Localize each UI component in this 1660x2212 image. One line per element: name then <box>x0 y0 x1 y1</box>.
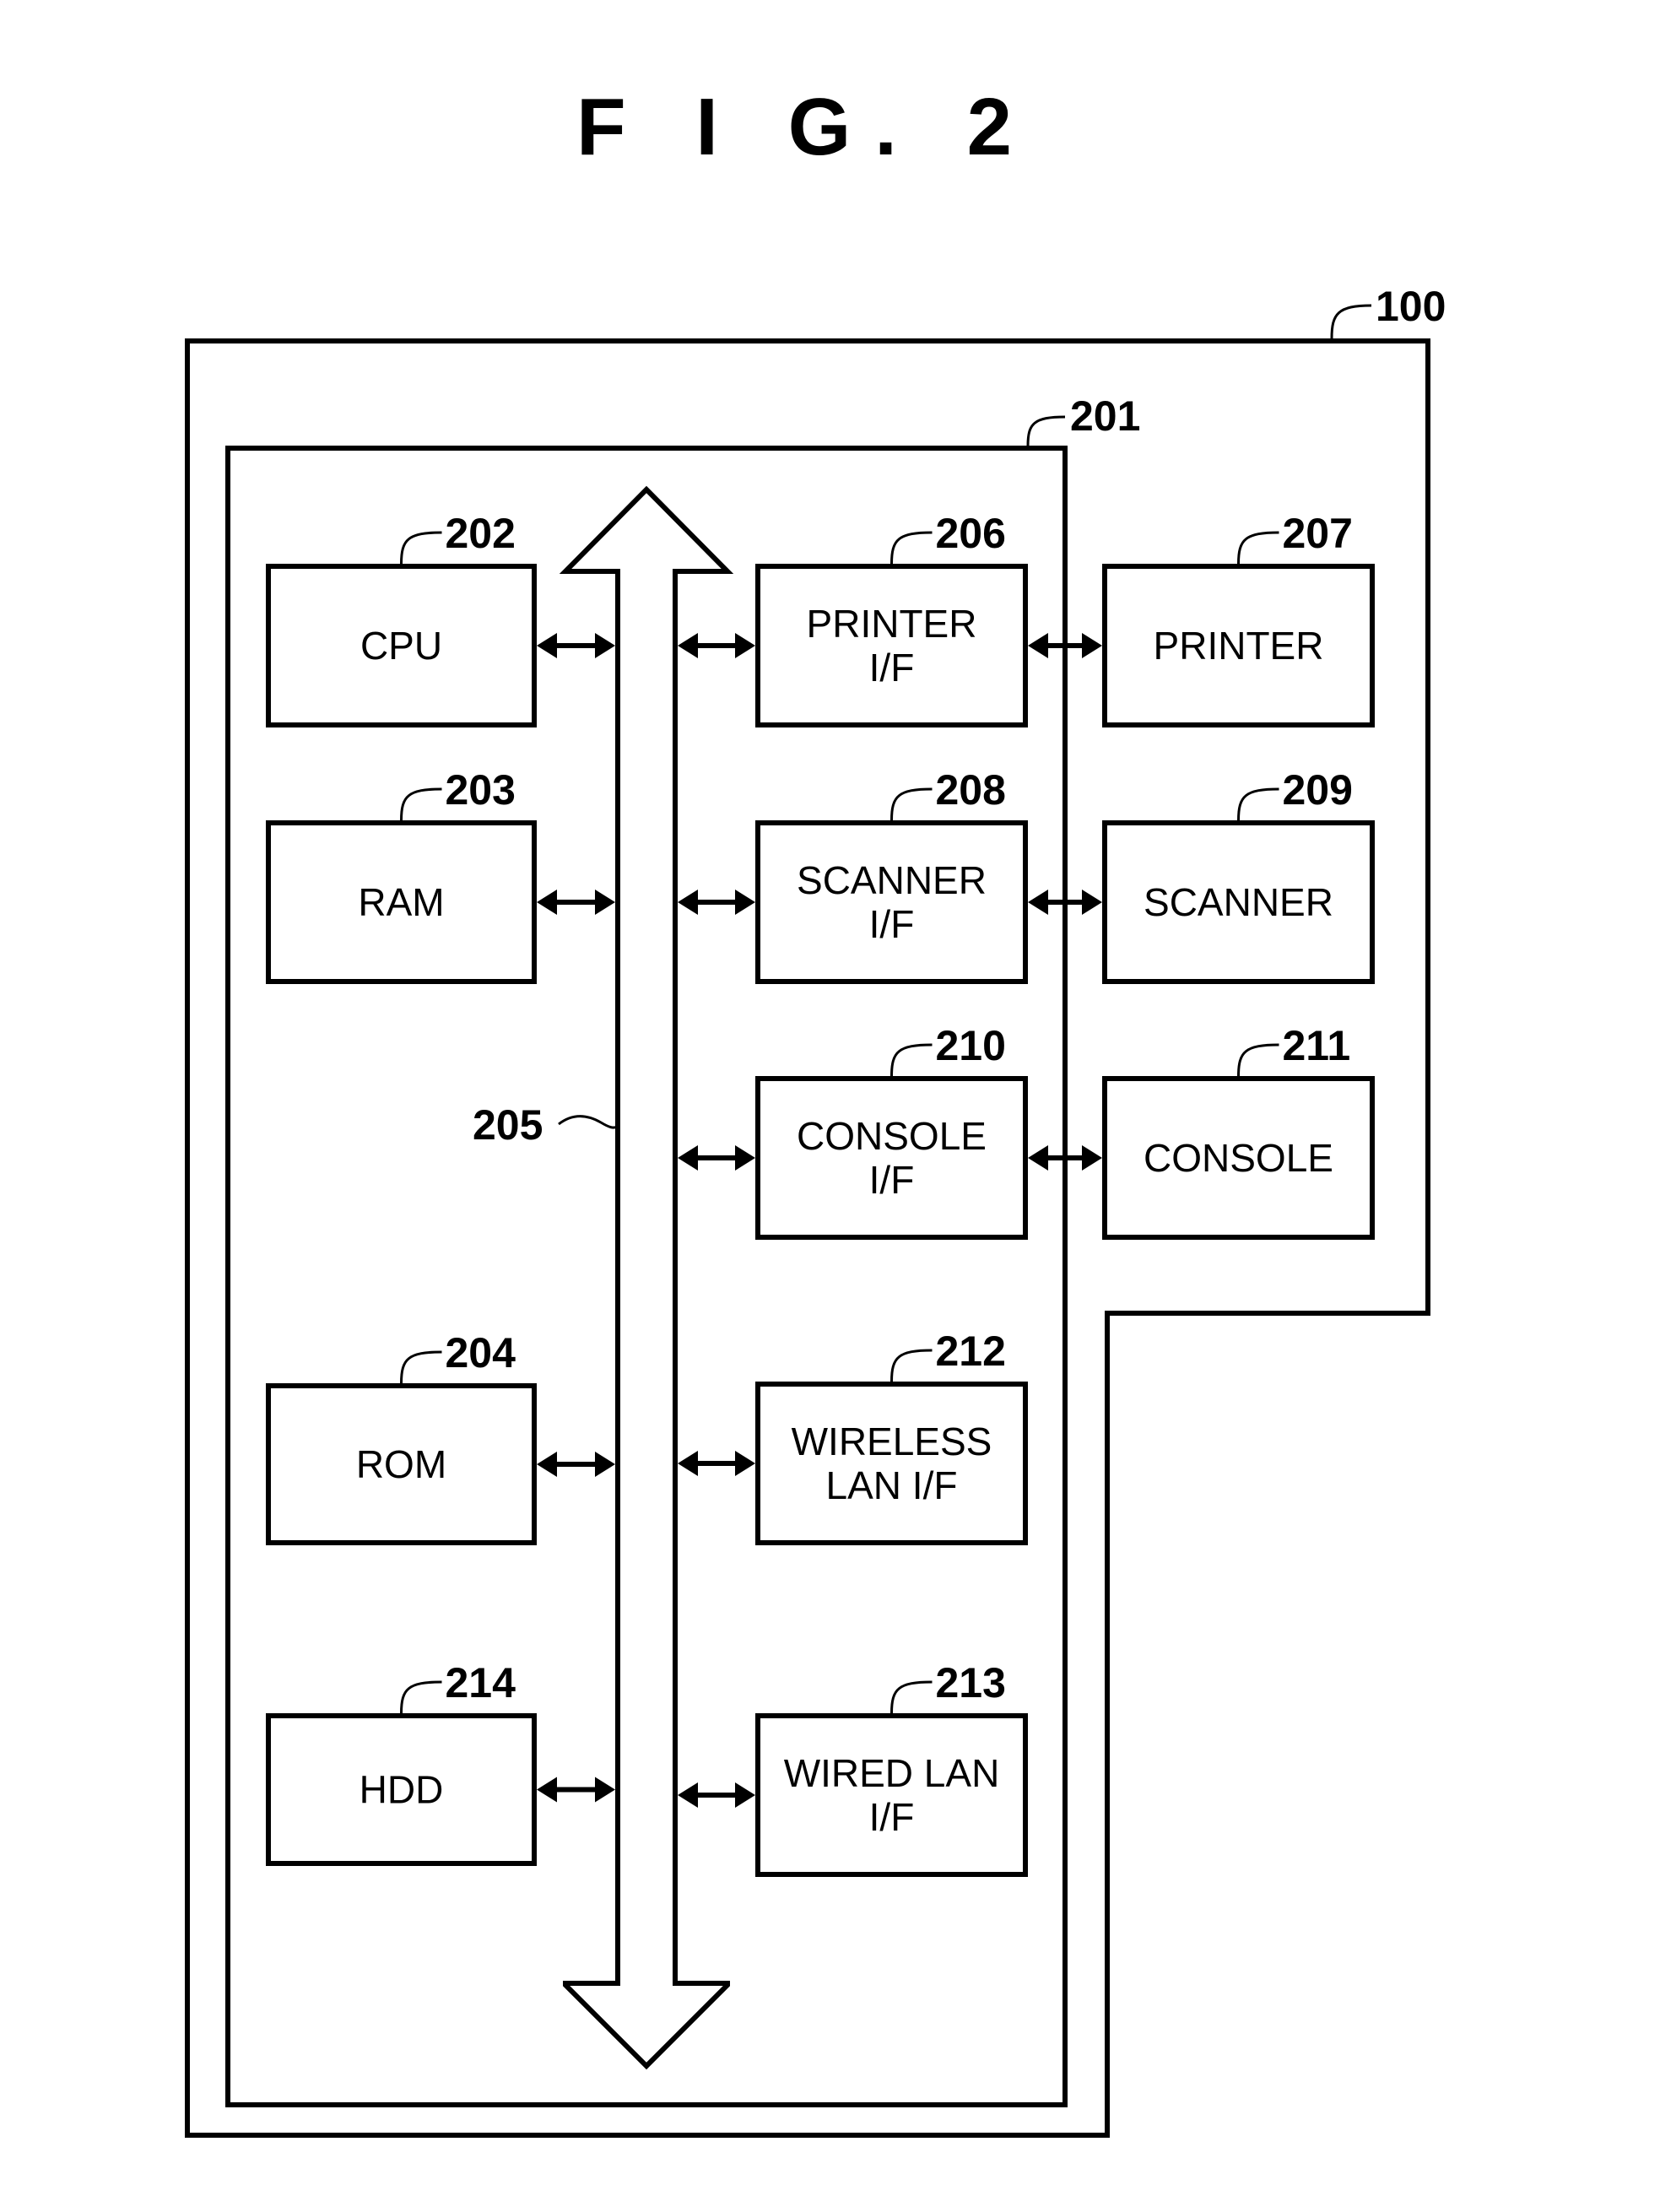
connector-bus-wired-lan-if <box>678 1782 755 1808</box>
wired-lan-if-label-line: WIRED LAN <box>784 1751 1000 1795</box>
block-scanner: SCANNER 209 <box>1102 766 1375 984</box>
ram-label-line: RAM <box>358 880 444 924</box>
figure-title: F I G. 2 <box>576 82 1035 172</box>
connector-bus-wired-lan-if-head-right <box>735 1782 755 1808</box>
connector-hdd-bus-head-right <box>595 1777 615 1803</box>
connector-console-if-console-head-right <box>1082 1145 1102 1171</box>
ram-ref-leader <box>400 787 442 821</box>
printer-if-ref-label: 206 <box>936 510 1006 557</box>
connector-ram-bus <box>537 890 615 915</box>
connector-bus-printer-if <box>678 633 755 658</box>
scanner-if-ref-leader <box>890 787 933 821</box>
connector-bus-printer-if-head-right <box>735 633 755 658</box>
bus-ref-leader <box>558 1115 619 1129</box>
connector-bus-wired-lan-if-head-left <box>678 1782 698 1808</box>
connector-cpu-bus <box>537 633 615 658</box>
connector-bus-printer-if-head-left <box>678 633 698 658</box>
connector-hdd-bus-head-left <box>537 1777 557 1803</box>
block-scanner-if: SCANNERI/F 208 <box>755 766 1028 984</box>
scanner-label-line: SCANNER <box>1144 880 1333 924</box>
wired-lan-if-ref-label: 213 <box>936 1659 1006 1706</box>
block-printer: PRINTER 207 <box>1102 510 1375 727</box>
block-printer-if: PRINTERI/F 206 <box>755 510 1028 727</box>
scanner-if-ref-label: 208 <box>936 766 1006 814</box>
system-bus-arrow <box>559 485 734 2070</box>
rom-ref-label: 204 <box>446 1329 516 1376</box>
hdd-ref-leader <box>400 1680 442 1714</box>
connector-printer-if-printer-head-right <box>1082 633 1102 658</box>
blocks-layer: CPU202RAM203ROM204HDD214PRINTERI/F206SCA… <box>266 510 1375 1877</box>
printer-ref-label: 207 <box>1283 510 1353 557</box>
console-if-ref-label: 210 <box>936 1022 1006 1069</box>
block-diagram: F I G. 2 100 201 205 CPU 202 RAM 203 ROM 204 H… <box>185 82 1446 2138</box>
wireless-lan-if-label-line: WIRELESS <box>792 1420 992 1463</box>
cpu-ref-label: 202 <box>446 510 516 557</box>
connector-scanner-if-scanner-head-right <box>1082 890 1102 915</box>
connector-bus-wireless-lan-if-head-left <box>678 1451 698 1476</box>
connector-rom-bus-head-right <box>595 1452 615 1477</box>
scanner-ref-label: 209 <box>1283 766 1353 814</box>
connector-rom-bus <box>537 1452 615 1477</box>
ram-ref-label: 203 <box>446 766 516 814</box>
rom-label-line: ROM <box>356 1442 446 1486</box>
printer-ref-leader <box>1237 531 1279 565</box>
wireless-lan-if-ref-leader <box>890 1349 933 1382</box>
controller-ref-label: 201 <box>1070 392 1140 440</box>
block-ram: RAM 203 <box>266 766 537 984</box>
block-hdd: HDD 214 <box>266 1659 537 1866</box>
connector-console-if-console-head-left <box>1028 1145 1048 1171</box>
printer-if-ref-leader <box>890 531 933 565</box>
connector-ram-bus-head-left <box>537 890 557 915</box>
console-if-label-line: CONSOLE <box>797 1114 987 1158</box>
connector-bus-scanner-if-head-right <box>735 890 755 915</box>
connector-cpu-bus-head-left <box>537 633 557 658</box>
scanner-ref-leader <box>1237 787 1279 821</box>
connector-rom-bus-head-left <box>537 1452 557 1477</box>
scanner-if-label-line: I/F <box>869 902 915 946</box>
device-ref-label: 100 <box>1376 283 1446 330</box>
printer-if-label-line: I/F <box>869 646 915 690</box>
connector-bus-console-if <box>678 1145 755 1171</box>
block-console: CONSOLE 211 <box>1102 1022 1375 1240</box>
wireless-lan-if-ref-label: 212 <box>936 1328 1006 1375</box>
block-wireless-lan-if: WIRELESSLAN I/F 212 <box>755 1328 1028 1545</box>
wired-lan-if-label-line: I/F <box>869 1795 915 1839</box>
connector-printer-if-printer-head-left <box>1028 633 1048 658</box>
connector-ram-bus-head-right <box>595 890 615 915</box>
block-rom: ROM 204 <box>266 1329 537 1545</box>
block-cpu: CPU 202 <box>266 510 537 727</box>
device-ref-leader <box>1330 304 1372 339</box>
connector-hdd-bus <box>537 1777 615 1803</box>
block-console-if: CONSOLEI/F 210 <box>755 1022 1028 1240</box>
block-wired-lan-if: WIRED LANI/F 213 <box>755 1659 1028 1877</box>
printer-if-label-line: PRINTER <box>807 602 977 646</box>
wired-lan-if-ref-leader <box>890 1680 933 1714</box>
connector-bus-scanner-if-head-left <box>678 890 698 915</box>
connector-bus-console-if-head-left <box>678 1145 698 1171</box>
connector-bus-scanner-if <box>678 890 755 915</box>
bus-ref-label: 205 <box>473 1101 543 1149</box>
cpu-ref-leader <box>400 531 442 565</box>
rom-ref-leader <box>400 1350 442 1384</box>
hdd-label-line: HDD <box>360 1768 444 1812</box>
hdd-ref-label: 214 <box>446 1659 516 1706</box>
console-if-label-line: I/F <box>869 1158 915 1202</box>
connector-bus-console-if-head-right <box>735 1145 755 1171</box>
console-ref-label: 211 <box>1283 1022 1351 1069</box>
console-if-ref-leader <box>890 1043 933 1077</box>
cpu-label-line: CPU <box>360 624 442 668</box>
scanner-if-label-line: SCANNER <box>797 858 987 902</box>
printer-label-line: PRINTER <box>1154 624 1324 668</box>
connector-bus-wireless-lan-if-head-right <box>735 1451 755 1476</box>
connector-scanner-if-scanner-head-left <box>1028 890 1048 915</box>
console-ref-leader <box>1237 1043 1279 1077</box>
connector-bus-wireless-lan-if <box>678 1451 755 1476</box>
connector-cpu-bus-head-right <box>595 633 615 658</box>
console-label-line: CONSOLE <box>1144 1136 1333 1180</box>
wireless-lan-if-label-line: LAN I/F <box>826 1463 958 1507</box>
controller-ref-leader <box>1026 415 1066 446</box>
